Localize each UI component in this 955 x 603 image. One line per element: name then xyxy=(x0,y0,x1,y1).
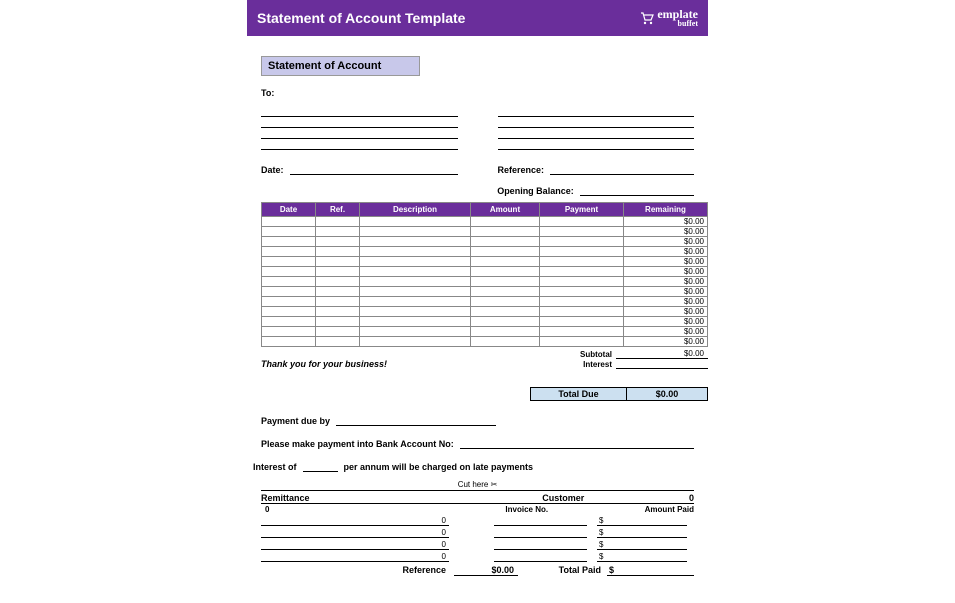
amount-paid-label: Amount Paid xyxy=(614,505,694,514)
payment-due-label: Payment due by xyxy=(261,416,330,426)
header-title: Statement of Account Template xyxy=(257,10,465,26)
remit-row: 0 $ xyxy=(261,550,694,562)
logo: emplate buffet xyxy=(639,8,698,28)
interest-value xyxy=(616,359,708,369)
date-label: Date: xyxy=(261,165,284,175)
table-row: $0.00 xyxy=(262,247,708,257)
subtotal-value: $0.00 xyxy=(616,349,708,359)
from-line xyxy=(498,128,695,139)
remit-row: 0 $ xyxy=(261,514,694,526)
interest-of-label: Interest of xyxy=(253,462,297,472)
table-row: $0.00 xyxy=(262,327,708,337)
reference-foot-label: Reference xyxy=(261,565,454,576)
interest-label: Interest xyxy=(532,360,616,369)
bank-field xyxy=(460,438,694,449)
to-line xyxy=(261,106,458,117)
col-payment: Payment xyxy=(540,203,624,217)
table-row: $0.00 xyxy=(262,217,708,227)
page-header: Statement of Account Template emplate bu… xyxy=(247,0,708,36)
bank-label: Please make payment into Bank Account No… xyxy=(261,439,454,449)
table-row: $0.00 xyxy=(262,317,708,327)
interest-tail: per annum will be charged on late paymen… xyxy=(344,462,534,472)
opening-balance-field xyxy=(580,185,694,196)
from-line xyxy=(498,106,695,117)
payment-due-field xyxy=(336,415,496,426)
ref-label: Reference: xyxy=(498,165,545,175)
to-line xyxy=(261,128,458,139)
from-line xyxy=(498,139,695,150)
to-line xyxy=(261,117,458,128)
col-desc: Description xyxy=(360,203,471,217)
to-label: To: xyxy=(261,88,694,98)
col-ref: Ref. xyxy=(316,203,360,217)
remittance-header: Remittance Customer 0 xyxy=(261,491,694,504)
ref-field xyxy=(550,164,694,175)
thanks-text: Thank you for your business! xyxy=(261,359,387,369)
table-row: $0.00 xyxy=(262,257,708,267)
opening-balance-label: Opening Balance: xyxy=(497,186,574,196)
table-row: $0.00 xyxy=(262,237,708,247)
invoice-no-label: Invoice No. xyxy=(440,505,615,514)
remit-zero: 0 xyxy=(261,505,440,514)
remit-row: 0 $ xyxy=(261,526,694,538)
subtotal-label: Subtotal xyxy=(532,350,616,359)
from-line xyxy=(498,117,695,128)
table-row: $0.00 xyxy=(262,297,708,307)
remit-row: 0 $ xyxy=(261,538,694,550)
total-paid-value: $ xyxy=(607,565,694,576)
col-amount: Amount xyxy=(471,203,540,217)
reference-foot-value: $0.00 xyxy=(454,565,518,576)
to-line xyxy=(261,139,458,150)
interest-rate-field xyxy=(303,461,338,472)
cart-icon xyxy=(639,10,655,26)
total-due-box: Total Due $0.00 xyxy=(530,387,708,401)
total-due-value: $0.00 xyxy=(627,388,707,400)
table-row: $0.00 xyxy=(262,337,708,347)
cut-here: Cut here ✂ xyxy=(261,480,694,491)
table-row: $0.00 xyxy=(262,267,708,277)
total-due-label: Total Due xyxy=(531,388,627,400)
col-date: Date xyxy=(262,203,316,217)
col-remaining: Remaining xyxy=(624,203,708,217)
ledger-table: Date Ref. Description Amount Payment Rem… xyxy=(261,202,708,347)
table-row: $0.00 xyxy=(262,287,708,297)
table-row: $0.00 xyxy=(262,277,708,287)
table-row: $0.00 xyxy=(262,307,708,317)
date-field xyxy=(290,164,458,175)
table-row: $0.00 xyxy=(262,227,708,237)
total-paid-label: Total Paid xyxy=(559,565,607,576)
doc-title: Statement of Account xyxy=(261,56,420,76)
